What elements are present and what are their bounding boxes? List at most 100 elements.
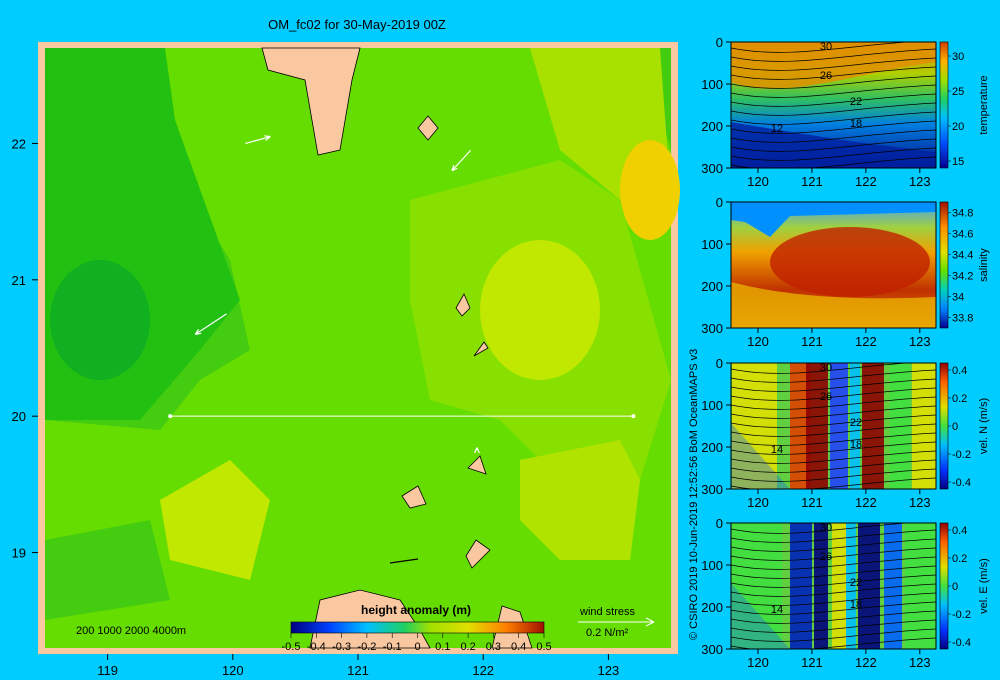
contour-label: 18 xyxy=(850,439,862,451)
section-colorbar-tick-label: -0.4 xyxy=(952,637,971,649)
colorbar-tick-label: -0.3 xyxy=(332,641,351,653)
section-colorbar-tick-label: -0.4 xyxy=(952,477,971,489)
section-x-tick-label: 121 xyxy=(801,495,823,510)
section-colorbar-label: vel. E (m/s) xyxy=(978,558,990,614)
section-x-tick-label: 120 xyxy=(747,174,769,189)
section-x-tick-label: 120 xyxy=(747,495,769,510)
colorbar-tick-label: 0 xyxy=(414,641,420,653)
height-colorbar xyxy=(290,621,545,634)
map-y-tick-label: 22 xyxy=(12,136,26,151)
section-y-tick-label: 100 xyxy=(701,77,723,92)
map-x-tick-label: 120 xyxy=(222,663,244,678)
credit-text: © CSIRO 2019 10-Jun-2019 12:52:56 BoM Oc… xyxy=(688,349,700,640)
contour-label: 14 xyxy=(771,444,783,456)
contour-label: 22 xyxy=(850,417,862,429)
section-colorbar-tick-label: 0 xyxy=(952,421,958,433)
salinity-section: 120 121 122 123 0 100 200 300 34.8 34.6 34.4 34.2 34… xyxy=(701,195,990,349)
section-colorbar-tick-label: 34 xyxy=(952,292,964,304)
section-colorbar xyxy=(939,201,949,329)
section-field xyxy=(731,42,936,168)
section-colorbar-tick-label: 20 xyxy=(952,121,964,133)
section-colorbar-tick-label: 25 xyxy=(952,86,964,98)
contour-label: 30 xyxy=(820,362,832,374)
section-y-tick-label: 200 xyxy=(701,279,723,294)
velocity-north-section: 30 26 22 18 14 120 121 122 123 0 100 200 300 0.4 0.2 0 -… xyxy=(701,356,990,510)
section-x-tick-label: 123 xyxy=(909,334,931,349)
section-y-tick-label: 100 xyxy=(701,398,723,413)
section-y-tick-label: 300 xyxy=(701,642,723,657)
section-colorbar xyxy=(939,522,949,650)
section-y-tick-label: 200 xyxy=(701,440,723,455)
section-field xyxy=(731,202,936,328)
map-y-tick-label: 21 xyxy=(12,273,26,288)
colorbar-label: height anomaly (m) xyxy=(361,603,471,617)
map-x-tick-label: 119 xyxy=(97,663,118,678)
section-colorbar-label: vel. N (m/s) xyxy=(978,398,990,454)
section-colorbar-tick-label: 34.8 xyxy=(952,208,973,220)
section-colorbar-tick-label: -0.2 xyxy=(952,609,971,621)
section-colorbar-label: temperature xyxy=(978,75,990,134)
chart-title: OM_fc02 for 30-May-2019 00Z xyxy=(268,17,446,32)
section-x-tick-label: 122 xyxy=(855,334,877,349)
contour-label: 30 xyxy=(820,522,832,534)
section-y-tick-label: 300 xyxy=(701,161,723,176)
section-x-tick-label: 122 xyxy=(855,174,877,189)
section-colorbar-tick-label: 15 xyxy=(952,156,964,168)
section-colorbar-tick-label: 34.4 xyxy=(952,250,973,262)
section-x-tick-label: 120 xyxy=(747,655,769,670)
contour-label: 22 xyxy=(850,577,862,589)
colorbar-tick-label: 0.1 xyxy=(435,641,450,653)
depth-legend: 200 1000 2000 4000m xyxy=(76,625,186,637)
section-colorbar-tick-label: 34.6 xyxy=(952,229,973,241)
section-colorbar-tick-label: 0 xyxy=(952,581,958,593)
section-field xyxy=(731,523,936,649)
section-y-tick-label: 100 xyxy=(701,558,723,573)
section-y-tick-label: 300 xyxy=(701,321,723,336)
contour-label: 12 xyxy=(771,123,783,135)
temperature-section: 30 26 22 18 12 120 121 122 123 0 100 200 300 30 25 20 15… xyxy=(701,35,990,189)
section-x-tick-label: 121 xyxy=(801,174,823,189)
section-colorbar xyxy=(939,362,949,490)
section-x-tick-label: 123 xyxy=(909,495,931,510)
colorbar-tick-label: -0.2 xyxy=(357,641,376,653)
figure: OM_fc02 for 30-May-2019 00Z 119 120 121 122… xyxy=(12,17,990,678)
wind-legend-value: 0.2 N/m² xyxy=(586,627,629,639)
colorbar-tick-label: -0.1 xyxy=(383,641,402,653)
wind-legend-label: wind stress xyxy=(579,606,636,618)
section-x-tick-label: 123 xyxy=(909,174,931,189)
section-x-tick-label: 122 xyxy=(855,655,877,670)
colorbar-tick-label: 0.3 xyxy=(486,641,501,653)
section-colorbar-tick-label: 0.4 xyxy=(952,525,967,537)
section-x-tick-label: 121 xyxy=(801,655,823,670)
section-y-tick-label: 0 xyxy=(716,195,723,210)
section-x-tick-label: 122 xyxy=(855,495,877,510)
section-x-tick-label: 123 xyxy=(909,655,931,670)
section-colorbar xyxy=(939,41,949,169)
contour-label: 18 xyxy=(850,599,862,611)
section-y-tick-label: 0 xyxy=(716,516,723,531)
contour-label: 18 xyxy=(850,118,862,130)
section-y-tick-label: 200 xyxy=(701,119,723,134)
contour-label: 22 xyxy=(850,96,862,108)
colorbar-tick-label: 0.5 xyxy=(536,641,551,653)
contour-label: 26 xyxy=(820,70,832,82)
section-x-tick-label: 120 xyxy=(747,334,769,349)
section-y-tick-label: 0 xyxy=(716,35,723,50)
velocity-east-section: 30 26 22 18 14 120 121 122 123 0 100 200 300 0.4 0.2 0 -… xyxy=(701,516,990,670)
map-x-tick-label: 121 xyxy=(347,663,369,678)
section-colorbar-tick-label: 30 xyxy=(952,51,964,63)
map-field xyxy=(45,47,680,649)
contour-label: 14 xyxy=(771,604,783,616)
section-colorbar-tick-label: -0.2 xyxy=(952,449,971,461)
section-colorbar-tick-label: 33.8 xyxy=(952,313,973,325)
contour-label: 26 xyxy=(820,391,832,403)
section-colorbar-tick-label: 0.2 xyxy=(952,553,967,565)
section-y-tick-label: 100 xyxy=(701,237,723,252)
colorbar-tick-label: 0.2 xyxy=(460,641,475,653)
colorbar-tick-label: -0.4 xyxy=(307,641,326,653)
section-y-tick-label: 0 xyxy=(716,356,723,371)
section-y-tick-label: 300 xyxy=(701,482,723,497)
section-colorbar-tick-label: 34.2 xyxy=(952,271,973,283)
colorbar-tick-label: -0.5 xyxy=(282,641,301,653)
section-line-start xyxy=(168,414,173,419)
